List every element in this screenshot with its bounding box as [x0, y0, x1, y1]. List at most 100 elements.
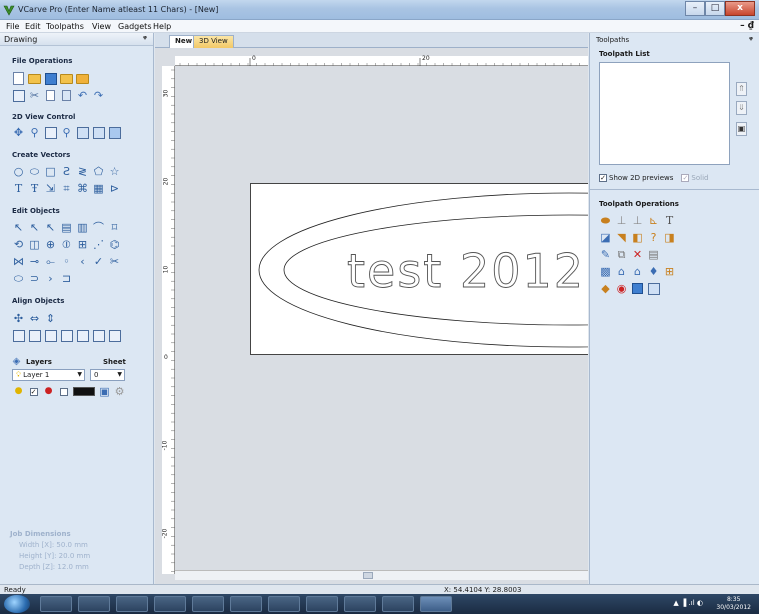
align-vertical-icon[interactable]: ⇕	[44, 312, 57, 325]
save-toolpath-icon[interactable]	[631, 282, 644, 295]
align-spacing-icon[interactable]	[108, 329, 121, 342]
arrows-icon[interactable]: ⌘	[76, 182, 89, 195]
taskbar-tool-icon[interactable]	[230, 596, 262, 612]
group-icon[interactable]: ▤	[60, 221, 73, 234]
taskbar-avast-icon[interactable]	[154, 596, 186, 612]
align-page-center-icon[interactable]	[12, 329, 25, 342]
menu-file[interactable]: File	[6, 22, 19, 31]
toolpath-list[interactable]	[599, 62, 730, 165]
circle-icon[interactable]: ○	[12, 165, 25, 178]
polyline-icon[interactable]: Ƨ	[60, 165, 73, 178]
job-setup-icon[interactable]	[12, 89, 25, 102]
align-bottom-icon[interactable]	[76, 329, 89, 342]
three-d-toolpath-icon[interactable]: ⌂	[631, 265, 644, 278]
taskbar-mail-icon[interactable]	[306, 596, 338, 612]
taskbar-explorer-icon[interactable]	[40, 596, 72, 612]
profile-toolpath-icon[interactable]: ⬬	[599, 214, 612, 227]
mdi-window-controls[interactable]: – ₫	[740, 21, 754, 31]
layer-lock-icon[interactable]: ●	[42, 385, 55, 398]
show-2d-previews-checkbox[interactable]: ✓	[599, 174, 607, 182]
edit-toolpath-icon[interactable]: ✎	[599, 248, 612, 261]
align-horizontal-icon[interactable]: ⇔	[28, 312, 41, 325]
align-top-icon[interactable]	[60, 329, 73, 342]
align-center-icon[interactable]: ✣	[12, 312, 25, 325]
open-file-icon[interactable]	[28, 72, 41, 85]
scrollbar-thumb[interactable]	[363, 572, 373, 579]
engrave-toolpath-icon[interactable]: T	[663, 214, 676, 227]
layer-color-icon[interactable]	[57, 385, 70, 398]
taskbar-editor-icon[interactable]	[268, 596, 300, 612]
texture-toolpath-icon[interactable]: ?	[647, 231, 660, 244]
post-processor-icon[interactable]	[647, 282, 660, 295]
taskbar-app-icon[interactable]	[192, 596, 224, 612]
menu-view[interactable]: View	[92, 22, 111, 31]
solid-checkbox[interactable]: ✓	[681, 174, 690, 182]
text-on-curve-icon[interactable]: Ŧ	[28, 182, 41, 195]
polygon-icon[interactable]: ⬠	[92, 165, 105, 178]
drawing-canvas[interactable]: 0 20 30 20 10 0 -10 -20 test 2012	[155, 48, 588, 584]
text-icon[interactable]: T	[12, 182, 25, 195]
dimensions-icon[interactable]: ⇲	[44, 182, 57, 195]
rotate-icon[interactable]: ⟲	[12, 238, 25, 251]
taskbar-messenger-icon[interactable]	[382, 596, 414, 612]
prism-toolpath-icon[interactable]: ◥	[615, 231, 628, 244]
start-button[interactable]	[4, 595, 30, 613]
paste-icon[interactable]	[60, 89, 73, 102]
rectangle-icon[interactable]: □	[44, 165, 57, 178]
bitmap-icon[interactable]: ⬭	[12, 272, 25, 285]
align-middle-icon[interactable]	[92, 329, 105, 342]
toolpath-summary-button[interactable]: ▣	[736, 122, 747, 136]
sheet-select[interactable]: 0 ▼	[90, 369, 125, 381]
taskbar-chrome-icon[interactable]	[116, 596, 148, 612]
cut-out-toolpath-icon[interactable]: ♦	[647, 265, 660, 278]
trim-icon[interactable]: ⟜	[44, 255, 57, 268]
moulding-toolpath-icon[interactable]: ◨	[663, 231, 676, 244]
pin-icon[interactable]: ᵠ	[143, 34, 147, 43]
weld-icon[interactable]: ⌬	[108, 238, 121, 251]
preview-toolpath-icon[interactable]: ◆	[599, 282, 612, 295]
pan-icon[interactable]: ✥	[12, 126, 25, 139]
drilling-toolpath-icon[interactable]: ⊥	[631, 214, 644, 227]
zoom-icon[interactable]: ⚲	[28, 126, 41, 139]
menu-help[interactable]: Help	[153, 22, 171, 31]
reset-preview-icon[interactable]: ◉	[615, 282, 628, 295]
offset-icon[interactable]: ⋈	[12, 255, 25, 268]
taskbar-media-icon[interactable]	[344, 596, 376, 612]
system-clock[interactable]: 8:35 30/03/2012	[716, 596, 751, 612]
layer-manager-icon[interactable]: ▣	[98, 385, 111, 398]
zoom-selected-icon[interactable]	[92, 126, 105, 139]
finish-toolpath-icon[interactable]: ⌂	[615, 265, 628, 278]
star-icon[interactable]: ☆	[108, 165, 121, 178]
delete-toolpath-icon[interactable]: ✕	[631, 248, 644, 261]
vcarve-toolpath-icon[interactable]: ⊾	[647, 214, 660, 227]
menu-edit[interactable]: Edit	[25, 22, 41, 31]
close-button[interactable]: x	[725, 1, 755, 16]
minimize-button[interactable]: –	[685, 1, 705, 16]
menu-toolpaths[interactable]: Toolpaths	[46, 22, 84, 31]
distort-icon[interactable]: ⦶	[60, 238, 73, 251]
mirror-icon[interactable]: ◫	[28, 238, 41, 251]
nest-icon[interactable]: ⋰	[92, 238, 105, 251]
tab-3d-view[interactable]: 3D View	[193, 35, 234, 48]
taskbar-opera-icon[interactable]	[78, 596, 110, 612]
taskbar-vcarve-icon[interactable]	[420, 596, 452, 612]
move-up-button[interactable]: ⇑	[736, 82, 747, 96]
text-vector[interactable]: test 2012	[347, 244, 585, 299]
layer-visible-icon[interactable]: ●	[12, 385, 25, 398]
bracket-icon[interactable]: ⊃	[28, 272, 41, 285]
grid-icon[interactable]: ▦	[92, 182, 105, 195]
new-file-icon[interactable]	[12, 72, 25, 85]
copy-toolpath-icon[interactable]: ⧉	[615, 248, 628, 261]
layout-toolpath-icon[interactable]: ⊞	[663, 265, 676, 278]
layer-select[interactable]: 💡︎ Layer 1 ▼	[12, 369, 85, 381]
array-icon[interactable]: ⊞	[76, 238, 89, 251]
move-icon[interactable]: ↖	[44, 221, 57, 234]
node-edit-icon[interactable]: ↖	[28, 221, 41, 234]
import-vectors-icon[interactable]	[60, 72, 73, 85]
maximize-button[interactable]: □	[705, 1, 725, 16]
layer-checkbox-icon[interactable]: ✓	[27, 385, 40, 398]
align-right-icon[interactable]	[44, 329, 57, 342]
size-icon[interactable]: ⌑	[108, 221, 121, 234]
undo-icon[interactable]: ↶	[76, 89, 89, 102]
move-down-button[interactable]: ⇓	[736, 101, 747, 115]
